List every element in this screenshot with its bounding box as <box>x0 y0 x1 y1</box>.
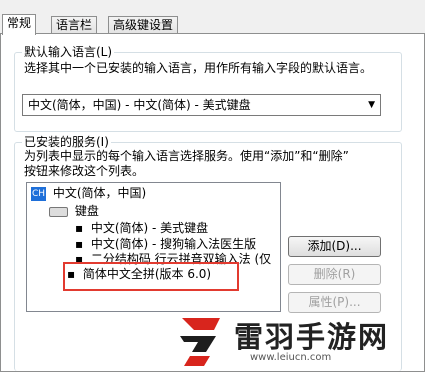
installed-services-legend: 已安装的服务(I) <box>22 133 111 150</box>
properties-button[interactable]: 属性(P)... <box>288 292 381 313</box>
tree-language-label: 中文(简体，中国) <box>52 186 147 200</box>
default-language-select[interactable]: 中文(简体，中国) - 中文(简体) - 美式键盘 ▼ <box>22 94 381 116</box>
watermark-url: www.leiucn.com <box>250 352 332 363</box>
watermark-name: 雷羽手游网 <box>234 320 390 354</box>
tab-advanced-key-settings[interactable]: 高级键设置 <box>108 16 179 34</box>
tree-service-item[interactable]: ▪ 中文(简体) - 美式键盘 <box>75 220 208 236</box>
default-language-legend: 默认输入语言(L) <box>22 43 115 60</box>
remove-button[interactable]: 删除(R) <box>288 264 381 285</box>
bullet-icon: ▪ <box>75 237 84 251</box>
add-button[interactable]: 添加(D)... <box>288 236 381 257</box>
installed-services-description-line1: 为列表中显示的每个输入语言选择服务。使用“添加”和“删除” <box>24 149 349 163</box>
bullet-icon: ▪ <box>75 221 84 235</box>
tree-service-label: 中文(简体) - 美式键盘 <box>90 221 209 235</box>
installed-services-description-line2: 按钮来修改这个列表。 <box>24 164 145 178</box>
chevron-down-icon: ▼ <box>368 100 375 110</box>
default-language-description: 选择其中一个已安装的输入语言，用作所有输入字段的默认语言。 <box>24 61 373 75</box>
tree-service-label: 中文(简体) - 搜狗输入法医生版 <box>90 237 257 251</box>
tree-service-item[interactable]: ▪ 中文(简体) - 搜狗输入法医生版 <box>75 236 256 252</box>
services-tree[interactable]: CH 中文(简体，中国) 键盘 ▪ 中文(简体) - 美式键盘 ▪ 中文(简体)… <box>26 182 281 312</box>
annotation-highlight-box <box>63 262 239 291</box>
keyboard-icon <box>49 206 68 217</box>
default-language-value: 中文(简体，中国) - 中文(简体) - 美式键盘 <box>28 98 251 112</box>
tab-language-bar[interactable]: 语言栏 <box>51 16 98 34</box>
tree-category-node[interactable]: 键盘 <box>49 203 99 219</box>
tree-language-node[interactable]: CH 中文(简体，中国) <box>31 185 146 201</box>
tree-category-label: 键盘 <box>74 204 99 218</box>
language-badge-icon: CH <box>31 186 46 201</box>
tab-general[interactable]: 常规 <box>2 14 37 35</box>
tab-strip: 常规 语言栏 高级键设置 <box>0 14 425 35</box>
watermark-logo-icon <box>180 318 220 366</box>
